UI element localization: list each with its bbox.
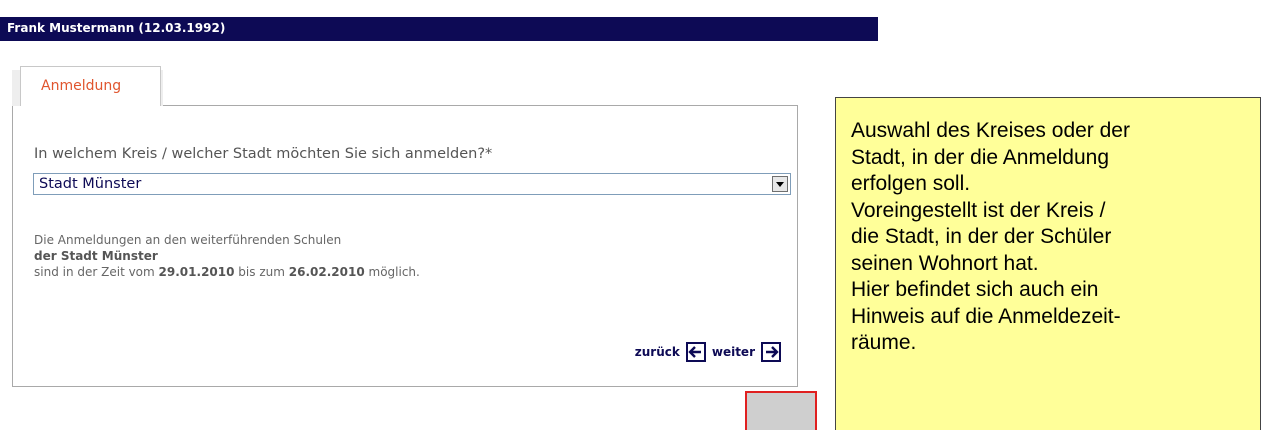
- annotation-line: Hinweis auf die Anmeldezeit-: [851, 304, 1121, 328]
- annotation-callout: Auswahl des Kreises oder der Stadt, in d…: [835, 97, 1261, 430]
- back-link[interactable]: zurück: [635, 345, 680, 359]
- annotation-line: räume.: [851, 331, 917, 354]
- page-title: Frank Mustermann (12.03.1992): [7, 21, 226, 35]
- chevron-down-icon[interactable]: [772, 176, 788, 192]
- tab-anmeldung[interactable]: Anmeldung: [20, 66, 161, 106]
- arrow-right-icon[interactable]: [761, 342, 781, 362]
- district-select[interactable]: Stadt Münster: [33, 173, 791, 195]
- question-label: In welchem Kreis / welcher Stadt möchten…: [34, 146, 493, 162]
- annotation-line: Stadt, in der die Anmeldung: [851, 145, 1110, 169]
- annotation-line: Auswahl des Kreises oder der: [851, 119, 1130, 142]
- annotation-line: seinen Wohnort hat.: [851, 251, 1039, 275]
- title-bar: Frank Mustermann (12.03.1992): [0, 17, 878, 41]
- navigation: zurück weiter: [635, 342, 781, 362]
- annotation-line: erfolgen soll.: [851, 172, 971, 195]
- arrow-left-icon[interactable]: [685, 342, 706, 362]
- registration-info: Die Anmeldungen an den weiterführenden S…: [34, 232, 420, 280]
- annotation-line: Voreingestellt ist der Kreis /: [851, 198, 1106, 222]
- info-dates: sind in der Zeit vom 29.01.2010 bis zum …: [34, 265, 420, 279]
- info-line-1: Die Anmeldungen an den weiterführenden S…: [34, 233, 342, 247]
- form-panel: In welchem Kreis / welcher Stadt möchten…: [12, 105, 798, 387]
- date-from: 29.01.2010: [158, 265, 235, 279]
- next-link[interactable]: weiter: [712, 345, 755, 359]
- annotation-line: die Stadt, in der der Schüler: [851, 225, 1112, 248]
- date-to: 26.02.2010: [288, 265, 365, 279]
- tab-label: Anmeldung: [41, 78, 122, 94]
- annotation-line: Hier befindet sich auch ein: [851, 278, 1099, 301]
- select-value: Stadt Münster: [39, 176, 142, 192]
- info-city: der Stadt Münster: [34, 249, 158, 263]
- highlight-box: [745, 391, 817, 430]
